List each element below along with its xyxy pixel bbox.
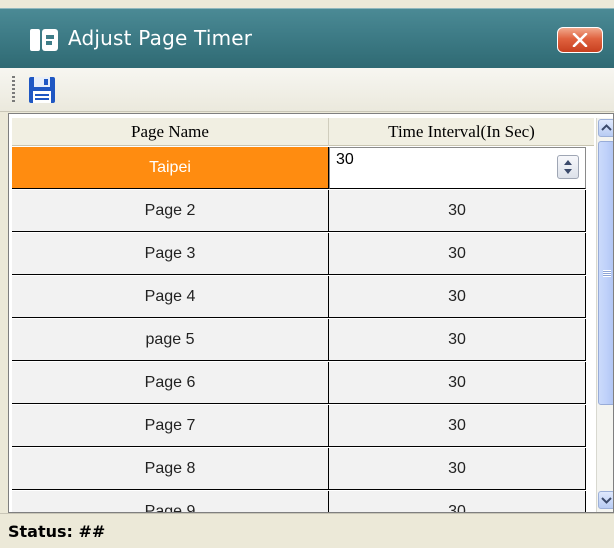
scroll-thumb[interactable] [598,141,613,405]
toolbar-grip[interactable] [12,76,15,104]
interval-cell[interactable]: 30 [329,405,586,447]
interval-cell[interactable]: 30 [329,276,586,318]
page-name-cell[interactable]: Page 8 [12,448,329,490]
page-name-cell[interactable]: Taipei [12,147,329,189]
grid-header: Page Name Time Interval(In Sec) [12,118,594,146]
page-timer-grid[interactable]: Page Name Time Interval(In Sec) Taipei 3… [8,113,614,513]
page-name-cell[interactable]: Page 9 [12,491,329,512]
chevron-down-icon [601,497,612,504]
scroll-thumb-grip [603,270,611,277]
interval-cell[interactable]: 30 [329,233,586,275]
interval-cell[interactable]: 30 [329,190,586,232]
interval-cell[interactable]: 30 [329,448,586,490]
app-icon [30,29,58,51]
table-row[interactable]: page 5 30 [12,319,586,361]
interval-input[interactable]: 30 [336,150,354,170]
vertical-scrollbar[interactable] [596,118,613,512]
close-icon [572,33,588,47]
page-name-cell[interactable]: Page 3 [12,233,329,275]
save-icon[interactable] [27,75,57,105]
page-name-cell[interactable]: page 5 [12,319,329,361]
table-row[interactable]: Page 8 30 [12,448,586,490]
close-button[interactable] [557,27,603,53]
title-bar[interactable]: Adjust Page Timer [0,8,614,68]
page-name-cell[interactable]: Page 6 [12,362,329,404]
interval-cell[interactable]: 30 [329,362,586,404]
chevron-up-icon [601,124,612,131]
table-row[interactable]: Page 4 30 [12,276,586,318]
page-name-cell[interactable]: Page 7 [12,405,329,447]
interval-editor[interactable]: 30 [329,147,586,189]
scroll-up-button[interactable] [598,119,613,137]
status-text: Status: ## [8,522,105,541]
status-bar: Status: ## [0,513,614,548]
toolbar [0,68,614,112]
page-name-cell[interactable]: Page 4 [12,276,329,318]
table-row[interactable]: Page 9 30 [12,491,586,512]
scroll-down-button[interactable] [598,491,613,509]
adjust-page-timer-window: Adjust Page Timer Page Name Time Interva… [0,0,614,548]
interval-cell[interactable]: 30 [329,491,586,512]
window-title: Adjust Page Timer [68,26,253,50]
table-row[interactable]: Page 6 30 [12,362,586,404]
table-row[interactable]: Page 2 30 [12,190,586,232]
table-row[interactable]: Page 7 30 [12,405,586,447]
column-header-page-name[interactable]: Page Name [12,118,329,146]
status-value: ## [78,522,106,541]
interval-cell[interactable]: 30 [329,319,586,361]
table-row[interactable]: Page 3 30 [12,233,586,275]
spin-buttons[interactable] [557,155,579,179]
table-row[interactable]: Taipei 30 [12,147,586,189]
page-name-cell[interactable]: Page 2 [12,190,329,232]
status-label: Status: [8,522,73,541]
spin-arrows-icon [564,160,572,174]
column-header-time-interval[interactable]: Time Interval(In Sec) [329,118,594,146]
